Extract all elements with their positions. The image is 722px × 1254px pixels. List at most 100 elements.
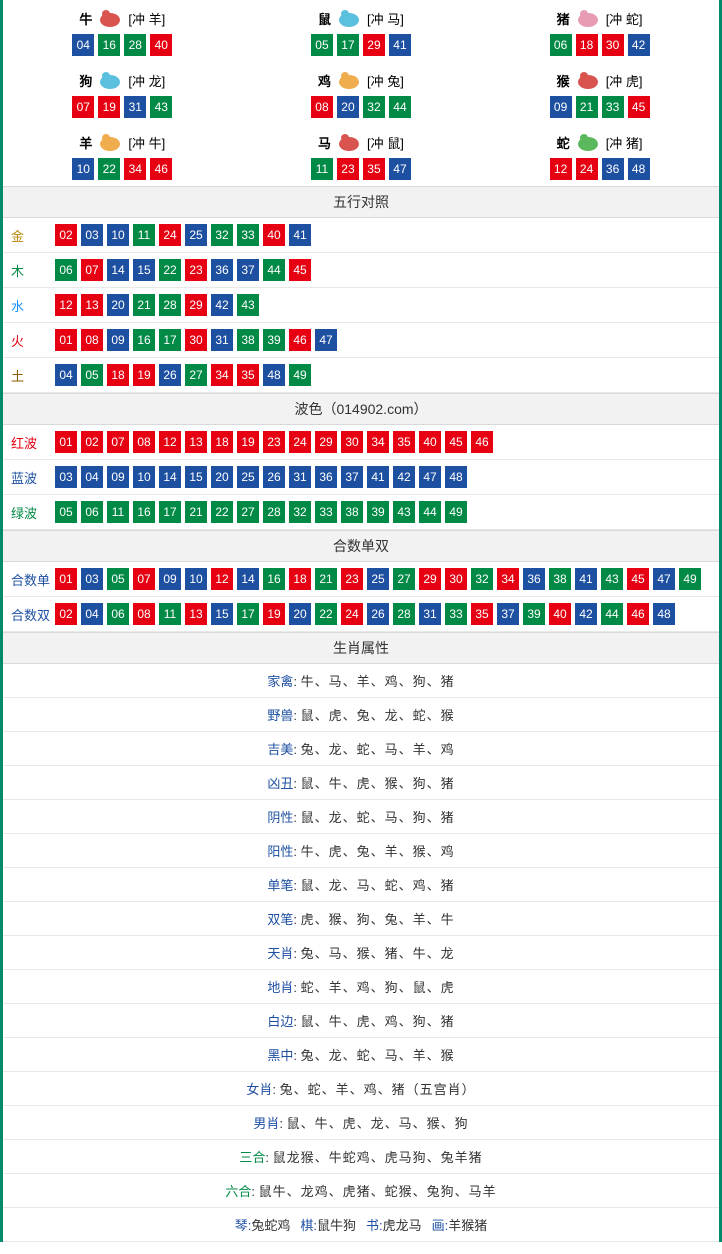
number-ball: 31: [124, 96, 146, 118]
attr-row: 野兽: 鼠、虎、兔、龙、蛇、猴: [3, 698, 719, 732]
number-ball: 07: [107, 431, 129, 453]
number-ball: 24: [289, 431, 311, 453]
shuxing-rows: 家禽: 牛、马、羊、鸡、狗、猪野兽: 鼠、虎、兔、龙、蛇、猴吉美: 兔、龙、蛇、…: [3, 664, 719, 1242]
number-ball: 40: [150, 34, 172, 56]
row-label: 合数单: [11, 570, 55, 589]
number-ball: 03: [81, 568, 103, 590]
attr-row: 吉美: 兔、龙、蛇、马、羊、鸡: [3, 732, 719, 766]
zodiac-icon: [94, 68, 126, 92]
number-ball: 44: [263, 259, 285, 281]
number-ball: 12: [211, 568, 233, 590]
number-ball: 40: [263, 224, 285, 246]
number-ball: 13: [185, 603, 207, 625]
number-ball: 14: [237, 568, 259, 590]
number-ball: 07: [133, 568, 155, 590]
number-ball: 11: [311, 158, 333, 180]
number-ball: 14: [159, 466, 181, 488]
zodiac-conflict: [冲 羊]: [128, 9, 165, 28]
attr-label: 三合: [239, 1150, 265, 1165]
attr-colon: :: [279, 1116, 286, 1131]
number-ball: 04: [81, 603, 103, 625]
number-ball: 16: [133, 501, 155, 523]
number-ball: 32: [211, 224, 233, 246]
main-frame: 牛[冲 羊]04162840鼠[冲 马]05172941猪[冲 蛇]061830…: [0, 0, 722, 1242]
zodiac-cell: 猴[冲 虎]09213345: [480, 62, 719, 124]
zodiac-name: 羊: [79, 133, 92, 152]
number-ball: 04: [81, 466, 103, 488]
number-ball: 25: [367, 568, 389, 590]
number-ball: 24: [576, 158, 598, 180]
zodiac-name: 狗: [79, 71, 92, 90]
number-ball: 26: [159, 364, 181, 386]
number-ball: 21: [133, 294, 155, 316]
zodiac-cell: 鼠[冲 马]05172941: [242, 0, 481, 62]
attr-value: 兔、马、猴、猪、牛、龙: [301, 946, 455, 961]
attr-colon: :: [293, 946, 300, 961]
number-ball: 11: [159, 603, 181, 625]
zodiac-cell: 蛇[冲 猪]12243648: [480, 124, 719, 186]
row-label: 土: [11, 366, 55, 385]
number-ball: 42: [628, 34, 650, 56]
number-ball: 39: [367, 501, 389, 523]
number-ball: 15: [185, 466, 207, 488]
row-label: 红波: [11, 433, 55, 452]
row-label: 合数双: [11, 605, 55, 624]
number-ball: 20: [337, 96, 359, 118]
attr-label: 白边: [267, 1014, 293, 1029]
data-row: 红波0102070812131819232429303435404546: [3, 425, 719, 460]
attr-label: 地肖: [267, 980, 293, 995]
attr-row: 阴性: 鼠、龙、蛇、马、狗、猪: [3, 800, 719, 834]
number-ball: 03: [55, 466, 77, 488]
attr-row: 凶丑: 鼠、牛、虎、猴、狗、猪: [3, 766, 719, 800]
data-row: 金02031011242532334041: [3, 218, 719, 253]
number-ball: 10: [107, 224, 129, 246]
attr-colon: :: [293, 1014, 300, 1029]
section-header-shuxing: 生肖属性: [3, 632, 719, 664]
attr-label: 家禽: [267, 674, 293, 689]
number-ball: 41: [389, 34, 411, 56]
attr-value: 鼠、牛、虎、猴、狗、猪: [301, 776, 455, 791]
zodiac-balls: 11233547: [242, 158, 481, 180]
number-ball: 11: [107, 501, 129, 523]
number-ball: 49: [289, 364, 311, 386]
row-balls: 04051819262734354849: [55, 364, 311, 386]
number-ball: 32: [471, 568, 493, 590]
number-ball: 01: [55, 431, 77, 453]
four-item-value: 兔蛇鸡: [251, 1218, 290, 1233]
data-row: 火0108091617303138394647: [3, 323, 719, 358]
row-balls: 05061116172122272832333839434449: [55, 501, 467, 523]
data-row: 绿波05061116172122272832333839434449: [3, 495, 719, 530]
number-ball: 21: [576, 96, 598, 118]
zodiac-name: 鼠: [318, 9, 331, 28]
data-row: 水1213202128294243: [3, 288, 719, 323]
attr-row: 地肖: 蛇、羊、鸡、狗、鼠、虎: [3, 970, 719, 1004]
number-ball: 34: [367, 431, 389, 453]
number-ball: 47: [315, 329, 337, 351]
zodiac-balls: 08203244: [242, 96, 481, 118]
number-ball: 02: [81, 431, 103, 453]
number-ball: 05: [107, 568, 129, 590]
attr-colon: :: [265, 1150, 272, 1165]
section-header-heshu: 合数单双: [3, 530, 719, 562]
number-ball: 34: [497, 568, 519, 590]
number-ball: 32: [363, 96, 385, 118]
zodiac-icon: [572, 68, 604, 92]
zodiac-icon: [94, 6, 126, 30]
zodiac-conflict: [冲 鼠]: [367, 133, 404, 152]
four-item-key: 棋:: [300, 1218, 317, 1233]
zodiac-icon: [333, 6, 365, 30]
row-label: 水: [11, 296, 55, 315]
zodiac-cell: 牛[冲 羊]04162840: [3, 0, 242, 62]
attr-value: 兔、龙、蛇、马、羊、鸡: [301, 742, 455, 757]
number-ball: 22: [211, 501, 233, 523]
number-ball: 16: [98, 34, 120, 56]
number-ball: 02: [55, 224, 77, 246]
row-label: 蓝波: [11, 468, 55, 487]
number-ball: 34: [211, 364, 233, 386]
zodiac-conflict: [冲 蛇]: [606, 9, 643, 28]
row-balls: 0108091617303138394647: [55, 329, 337, 351]
number-ball: 28: [393, 603, 415, 625]
number-ball: 25: [185, 224, 207, 246]
attr-row: 天肖: 兔、马、猴、猪、牛、龙: [3, 936, 719, 970]
number-ball: 47: [653, 568, 675, 590]
